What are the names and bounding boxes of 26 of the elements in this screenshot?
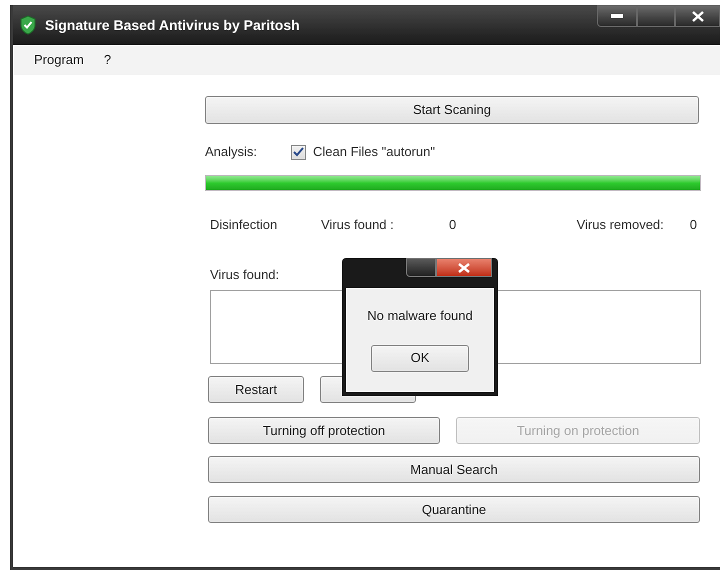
virus-found-count: 0 (449, 216, 456, 234)
dialog-message: No malware found (367, 307, 473, 325)
minimize-icon (611, 14, 623, 18)
checkmark-icon (293, 147, 304, 157)
wide-button[interactable]: Manual Search (208, 456, 700, 483)
close-icon (458, 262, 470, 272)
menu-item[interactable]: Program (34, 50, 84, 70)
minimize-button[interactable] (597, 5, 637, 27)
virus-removed-count: 0 (690, 216, 697, 234)
checkbox-label: Clean Files "autorun" (313, 143, 435, 162)
restart-button[interactable]: Restart (208, 376, 304, 403)
virus-list-label: Virus found: (210, 266, 280, 284)
shield-icon (19, 15, 37, 35)
close-icon (692, 10, 704, 22)
wide-button[interactable]: Quarantine (208, 496, 700, 523)
close-button[interactable] (675, 5, 720, 27)
virus-found-label: Virus found : (321, 216, 395, 234)
disinfection-label: Disinfection (210, 216, 278, 234)
start-scan-button[interactable]: Start Scaning (205, 96, 699, 124)
window-title: Signature Based Antivirus by Paritosh (45, 16, 300, 35)
checkbox[interactable] (291, 144, 306, 160)
menu-item[interactable]: ? (104, 50, 112, 70)
ok-button[interactable]: OK (371, 344, 469, 372)
virus-removed-label: Virus removed: (576, 216, 664, 234)
analysis-label: Analysis: (205, 143, 258, 162)
protection-button[interactable]: Turning off protection (208, 417, 440, 444)
